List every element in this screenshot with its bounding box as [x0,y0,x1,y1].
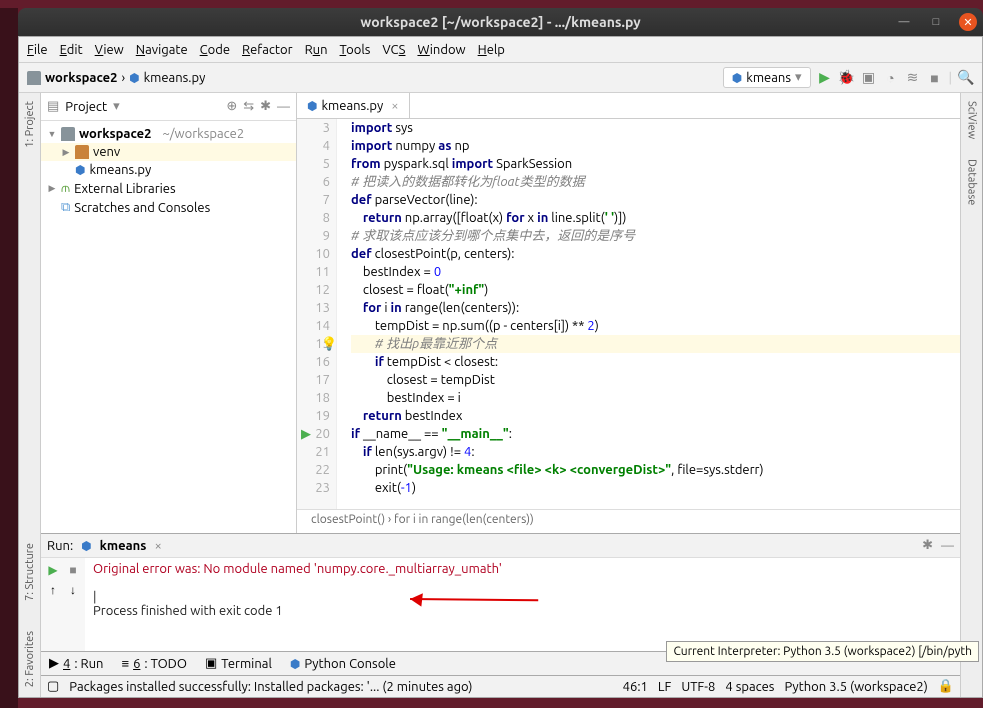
settings-icon[interactable]: ✱ [260,99,271,114]
bottom-run[interactable]: ▶ 4: Run [49,656,103,671]
tree-venv[interactable]: ▶venv [41,143,296,161]
maximize-button[interactable]: □ [927,13,945,31]
run-config-dropdown[interactable]: ⬢kmeans ▾ [723,67,811,88]
error-line: Original error was: No module named 'num… [93,562,952,576]
exit-line: Process finished with exit code 1 [93,604,952,618]
tab-project[interactable]: 1: Project [24,101,36,148]
menu-view[interactable]: View [95,43,124,57]
editor-tab[interactable]: ⬢kmeans.py× [297,93,410,118]
coverage-button[interactable]: ▣ [861,70,877,86]
minimize-button[interactable]: — [895,13,913,31]
python-icon: ⬢ [129,71,139,85]
bottom-todo[interactable]: ≡ 6: TODO [121,656,186,671]
run-config-name: kmeans [100,539,147,553]
code-breadcrumb[interactable]: closestPoint() › for i in range(len(cent… [297,509,960,533]
run-button[interactable]: ▶ [817,70,833,86]
folder-icon [27,71,41,85]
project-title: Project [65,100,107,114]
rerun-button[interactable]: ▶ [45,562,61,578]
project-pane: ▤ Project ▾ ⊕ ⇆ ✱ — ▼workspace2 ~/worksp… [41,93,297,533]
status-le[interactable]: LF [658,680,671,694]
menu-help[interactable]: Help [478,43,505,57]
menu-code[interactable]: Code [200,43,230,57]
tab-database[interactable]: Database [966,159,978,205]
window-title: workspace2 [~/workspace2] - .../kmeans.p… [360,14,640,30]
tab-favorites[interactable]: 2: Favorites [24,631,36,687]
crumb-file[interactable]: kmeans.py [144,71,206,85]
concurrent-button[interactable]: ≋ [905,70,921,86]
menubar: File Edit View Navigate Code Refactor Ru… [19,37,982,63]
lock-icon[interactable]: 🔒 [938,679,954,694]
toolbar: workspace2 › ⬢ kmeans.py ⬢kmeans ▾ ▶ 🐞 ▣… [19,63,982,93]
status-enc[interactable]: UTF-8 [681,680,715,694]
menu-refactor[interactable]: Refactor [242,43,293,57]
code-editor[interactable]: 345678910111213141516171819▶20212223 imp… [297,119,960,509]
menu-window[interactable]: Window [417,43,465,57]
status-indent[interactable]: 4 spaces [725,680,774,694]
run-output[interactable]: Original error was: No module named 'num… [85,558,960,651]
run-settings-icon[interactable]: ✱ [922,538,933,553]
up-stack-button[interactable]: ↑ [45,582,61,598]
tree-extlib[interactable]: ▶⫙External Libraries [41,179,296,198]
locate-icon[interactable]: ⊕ [226,99,237,114]
menu-run[interactable]: Run [305,43,328,57]
tab-sciview[interactable]: SciView [966,101,978,139]
run-panel-title: Run: [47,539,73,553]
stop-run-button[interactable]: ■ [65,562,81,578]
close-button[interactable]: ✕ [959,13,977,31]
status-pos[interactable]: 46:1 [623,680,648,694]
down-stack-button[interactable]: ↓ [65,582,81,598]
bottom-terminal[interactable]: ▣ Terminal [205,656,272,671]
breadcrumb[interactable]: workspace2 › ⬢ kmeans.py [27,71,205,85]
stop-button[interactable]: ■ [927,70,943,86]
hide-icon[interactable]: — [277,100,290,114]
status-interp[interactable]: Python 3.5 (workspace2) [784,680,927,694]
status-msg: Packages installed successfully: Install… [69,680,612,694]
bottom-pyconsole[interactable]: ⬢ Python Console [290,657,396,671]
tab-structure[interactable]: 7: Structure [24,543,36,601]
status-icon[interactable]: ▢ [47,679,59,694]
menu-tools[interactable]: Tools [340,43,371,57]
titlebar: workspace2 [~/workspace2] - .../kmeans.p… [18,8,983,36]
close-tab-icon[interactable]: × [391,99,398,113]
menu-navigate[interactable]: Navigate [136,43,188,57]
run-controls: ▶ ■ ↑ ↓ [41,558,85,651]
collapse-icon[interactable]: ⇆ [243,99,254,114]
menu-file[interactable]: File [27,43,48,57]
tree-kmeans[interactable]: ⬢kmeans.py [41,161,296,179]
profile-button[interactable]: ◔ [883,70,899,86]
tree-root[interactable]: ▼workspace2 ~/workspace2 [41,125,296,143]
run-hide-icon[interactable]: — [941,539,954,553]
debug-button[interactable]: 🐞 [839,70,855,86]
crumb-root[interactable]: workspace2 [45,71,117,85]
search-button[interactable]: 🔍 [958,70,974,86]
menu-vcs[interactable]: VCS [382,43,405,57]
interpreter-tooltip: Current Interpreter: Python 3.5 (workspa… [666,641,979,662]
menu-edit[interactable]: Edit [60,43,83,57]
tree-scratch[interactable]: ⧉Scratches and Consoles [41,198,296,217]
